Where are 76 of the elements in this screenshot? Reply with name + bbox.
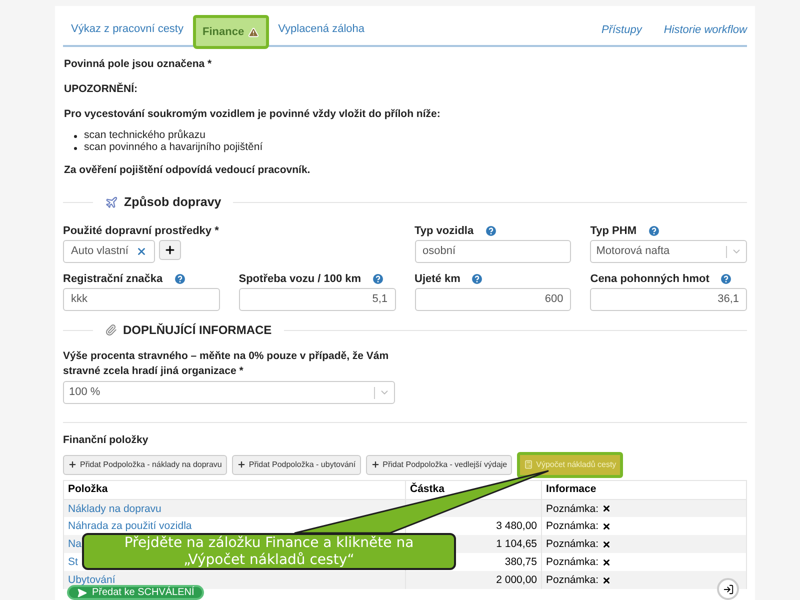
column-header: Položka <box>68 482 108 495</box>
note-label: Poznámka: <box>546 556 599 568</box>
select-field[interactable]: Motorová nafta <box>590 240 747 263</box>
note-label: Poznámka: <box>546 538 599 550</box>
help-icon[interactable] <box>174 274 185 284</box>
list-item: scan technického průkazu <box>84 128 206 142</box>
exit-icon <box>722 584 734 594</box>
item-link[interactable]: Na <box>68 538 82 550</box>
plus-icon <box>370 460 380 470</box>
input-field[interactable]: 600 <box>414 288 572 311</box>
field-label: Typ vozidla <box>414 224 474 239</box>
field-label: Spotřeba vozu / 100 km <box>238 272 362 287</box>
tab[interactable]: Finance <box>192 15 270 49</box>
field-label: Ujeté km <box>414 272 460 287</box>
input-field[interactable]: osobní <box>414 240 572 263</box>
calculator-icon <box>524 460 534 470</box>
field-label: Cena pohonných hmot <box>590 272 710 287</box>
link[interactable]: Historie workflow <box>664 22 747 38</box>
plus-icon <box>236 460 246 470</box>
remove-icon <box>136 246 148 257</box>
tab[interactable]: Vyplacená záloha <box>271 13 372 45</box>
plus-icon <box>164 244 176 256</box>
plus-icon <box>68 460 77 470</box>
help-icon[interactable] <box>486 226 496 236</box>
input-field[interactable]: 5,1 <box>238 288 396 311</box>
bullet-icon <box>74 134 77 138</box>
close-icon <box>602 576 611 585</box>
section-heading: Způsob dopravy <box>124 194 222 211</box>
note-label: Poznámka: <box>546 574 599 586</box>
input-field[interactable]: kkk <box>63 288 220 311</box>
help-icon[interactable] <box>721 274 732 284</box>
input-field[interactable]: 36,1 <box>590 288 747 311</box>
item-link[interactable]: St <box>68 556 78 568</box>
close-icon <box>602 522 611 531</box>
field-label: Použité dopravní prostředky * <box>63 224 219 239</box>
close-icon <box>602 540 611 549</box>
submit-button[interactable]: Předat ke SCHVÁLENÍ <box>67 585 204 600</box>
add-button[interactable] <box>159 240 182 260</box>
item-link[interactable]: Náklady na dopravu <box>68 502 162 514</box>
add-item-button[interactable]: Přidat Podpoložka - vedlejší výdaje <box>366 454 512 475</box>
add-item-button[interactable]: Přidat Podpoložka - náklady na dopravu <box>63 454 227 475</box>
amount: 1 104,65 <box>496 538 537 550</box>
field-label: Výše procenta stravného – měňte na 0% pouze v případě, že Vám stravné zcela hradí jiná organizace * <box>63 349 390 379</box>
add-item-button[interactable]: Přidat Podpoložka - ubytování <box>232 454 361 475</box>
callout-text: Přejděte na záložku Finance a klikněte na „Výpočet nákladů cesty“ <box>82 533 456 570</box>
column-header: Informace <box>546 482 596 495</box>
section-label: Finanční položky <box>63 433 150 448</box>
help-icon[interactable] <box>472 274 482 284</box>
tab[interactable]: Výkaz z pracovní cesty <box>64 13 190 45</box>
item-link[interactable]: Náhrada za použití vozidla <box>68 520 192 532</box>
paperclip-icon <box>105 324 117 336</box>
note-label: Poznámka: <box>546 502 599 514</box>
list-item: scan povinného a havarijního pojištění <box>84 140 263 156</box>
footer-note: Za ověření pojištění odpovídá vedoucí pracovník. <box>64 163 312 178</box>
field-label: Registrační značka <box>63 272 163 287</box>
plane-icon <box>105 196 118 208</box>
help-icon[interactable] <box>373 274 384 284</box>
amount: 3 480,00 <box>496 520 537 532</box>
section-heading: DOPLŇUJÍCÍ INFORMACE <box>123 322 272 339</box>
warning-text: Pro vycestování soukromým vozidlem je povinné vždy vložit do příloh níže: <box>64 106 442 122</box>
field-label: Typ PHM <box>590 224 636 239</box>
amount: 380,75 <box>504 556 537 568</box>
item-link[interactable]: Ubytování <box>68 574 116 586</box>
bullet-icon <box>74 146 77 150</box>
warning-title: UPOZORNĚNÍ: <box>64 82 138 97</box>
tag-field[interactable]: Auto vlastní <box>63 240 156 263</box>
required-note: Povinná pole jsou označena * <box>64 57 213 72</box>
column-header: Částka <box>410 482 444 495</box>
close-icon <box>602 558 611 567</box>
help-icon[interactable] <box>648 226 658 236</box>
amount: 2 000,00 <box>496 574 537 586</box>
link[interactable]: Přístupy <box>602 22 642 38</box>
select-field[interactable]: 100 % <box>63 381 395 404</box>
close-icon <box>602 504 611 513</box>
send-icon <box>77 588 87 598</box>
note-label: Poznámka: <box>546 520 599 532</box>
